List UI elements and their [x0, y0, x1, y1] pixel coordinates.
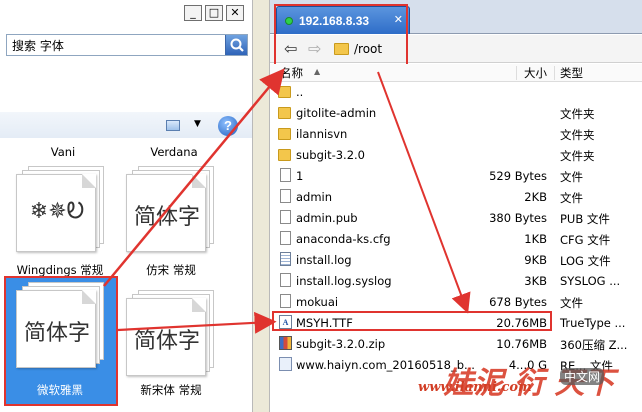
view-mode-icon[interactable] — [166, 120, 180, 131]
file-type: 文件夹 — [560, 128, 595, 142]
file-icon — [280, 210, 291, 224]
font-preview-wingdings: ❄✵Ꭷ — [29, 199, 85, 224]
file-icon — [280, 294, 291, 308]
search-icon[interactable] — [225, 35, 247, 55]
zip-icon — [279, 336, 292, 350]
folder-icon — [278, 86, 291, 98]
font-name-nsimsun: 新宋体 常规 — [140, 383, 202, 397]
file-name: 1 — [296, 169, 304, 183]
folder-icon — [278, 107, 291, 119]
file-name: install.log — [296, 253, 352, 267]
column-header: 名称 ▲ 大小 类型 — [270, 64, 642, 82]
file-name: subgit-3.2.0 — [296, 148, 365, 162]
file-type: 360压缩 Z... — [560, 338, 628, 352]
file-icon — [280, 231, 291, 245]
column-name[interactable]: 名称 — [280, 65, 303, 81]
file-type: 文件夹 — [560, 107, 595, 121]
file-icon — [280, 168, 291, 182]
screenshot-root: _ □ ✕ ▼ ? Vani Verdana ❄✵Ꭷ — [0, 0, 642, 412]
file-row[interactable]: install.log 9KB LOG 文件 — [270, 250, 642, 271]
file-row[interactable]: subgit-3.2.0.zip 10.76MB 360压缩 Z... — [270, 334, 642, 355]
fonts-explorer-window: _ □ ✕ ▼ ? Vani Verdana ❄✵Ꭷ — [0, 0, 252, 412]
sftp-file-browser: 192.168.8.33 ✕ ⇦ ⇨ /root 名称 ▲ 大小 类型 .. gi… — [270, 0, 642, 412]
font-tile-fangsong[interactable]: 简体字 — [126, 166, 216, 252]
font-name-verdana: Verdana — [150, 145, 198, 159]
file-name: ilannisvn — [296, 127, 348, 141]
file-row[interactable]: subgit-3.2.0 文件夹 — [270, 145, 642, 166]
file-row[interactable]: admin 2KB 文件 — [270, 187, 642, 208]
file-type: 文件夹 — [560, 149, 595, 163]
file-size: 10.76MB — [496, 337, 547, 351]
file-size: 1KB — [524, 232, 547, 246]
file-row[interactable]: anaconda-ks.cfg 1KB CFG 文件 — [270, 229, 642, 250]
font-name-fangsong: 仿宋 常规 — [146, 263, 196, 277]
file-row[interactable]: install.log.syslog 3KB SYSLOG ... — [270, 271, 642, 292]
font-tile-wingdings[interactable]: ❄✵Ꭷ — [16, 166, 106, 252]
file-name: admin — [296, 190, 333, 204]
file-name: admin.pub — [296, 211, 358, 225]
highlight-box-tab — [274, 4, 408, 71]
file-type: 文件 — [560, 191, 583, 205]
file-row[interactable]: gitolite-admin 文件夹 — [270, 103, 642, 124]
file-type: PUB 文件 — [560, 212, 610, 226]
font-preview-fangsong: 简体字 — [133, 205, 200, 230]
sort-ascending-icon: ▲ — [314, 67, 321, 76]
watermark-url: www.ilanni.com — [418, 380, 532, 395]
toolbar-band — [0, 112, 252, 138]
file-size: 529 Bytes — [489, 169, 547, 183]
watermark-badge: 中文网 — [560, 368, 605, 385]
file-icon — [280, 189, 291, 203]
file-size: 678 Bytes — [489, 295, 547, 309]
file-size: 2KB — [524, 190, 547, 204]
font-name-vani: Vani — [50, 145, 76, 159]
close-button[interactable]: ✕ — [226, 5, 244, 21]
font-preview-nsimsun: 简体字 — [133, 329, 200, 354]
file-type: LOG 文件 — [560, 254, 611, 268]
help-icon[interactable]: ? — [218, 116, 238, 136]
file-type: TrueType ... — [560, 316, 626, 330]
minimize-button[interactable]: _ — [184, 5, 202, 21]
file-type: 文件 — [560, 296, 583, 310]
file-name: gitolite-admin — [296, 106, 377, 120]
file-row[interactable]: ilannisvn 文件夹 — [270, 124, 642, 145]
window-controls: _ □ ✕ — [184, 5, 244, 23]
folder-icon — [278, 128, 291, 140]
file-row[interactable]: admin.pub 380 Bytes PUB 文件 — [270, 208, 642, 229]
file-type: 文件 — [560, 170, 583, 184]
maximize-button[interactable]: □ — [205, 5, 223, 21]
highlight-box-yahei — [4, 276, 118, 406]
file-type: CFG 文件 — [560, 233, 611, 247]
window-splitter[interactable] — [252, 0, 270, 412]
view-dropdown-icon[interactable]: ▼ — [194, 119, 201, 129]
file-size: 9KB — [524, 253, 547, 267]
folder-icon — [278, 149, 291, 161]
file-row[interactable]: mokuai 678 Bytes 文件 — [270, 292, 642, 313]
file-name: subgit-3.2.0.zip — [296, 337, 386, 351]
column-size[interactable]: 大小 — [524, 65, 547, 81]
file-name: install.log.syslog — [296, 274, 392, 288]
file-row[interactable]: .. — [270, 82, 642, 103]
text-icon — [280, 252, 291, 266]
file-name: mokuai — [296, 295, 339, 309]
search-bar — [6, 34, 248, 56]
search-input[interactable] — [7, 35, 225, 55]
file-name: .. — [296, 85, 304, 99]
file-row[interactable]: 1 529 Bytes 文件 — [270, 166, 642, 187]
file-type: SYSLOG ... — [560, 274, 621, 288]
file-size: 380 Bytes — [489, 211, 547, 225]
font-tile-nsimsun[interactable]: 简体字 — [126, 290, 216, 376]
web-icon — [279, 357, 292, 371]
highlight-box-msyh — [272, 311, 552, 331]
file-name: anaconda-ks.cfg — [296, 232, 391, 246]
column-type[interactable]: 类型 — [560, 65, 583, 81]
file-size: 3KB — [524, 274, 547, 288]
file-icon — [280, 273, 291, 287]
